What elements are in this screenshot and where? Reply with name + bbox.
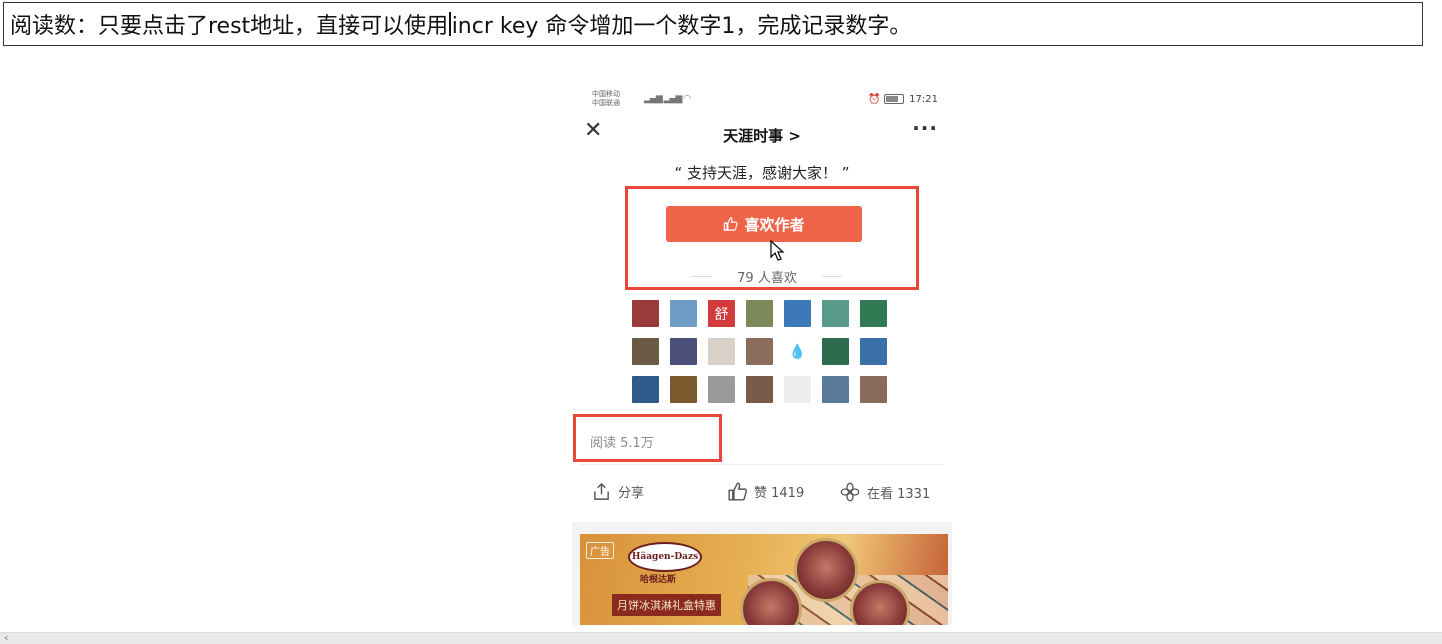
liker-avatar[interactable] [670, 300, 697, 327]
battery-icon [883, 94, 904, 104]
mouse-cursor-icon [770, 240, 785, 261]
brand-chinese-name: 哈根达斯 [640, 575, 677, 585]
ad-tag: 广告 [586, 542, 614, 559]
carrier-2: 中国联通 [592, 99, 620, 107]
scroll-left-icon[interactable]: ‹ [4, 631, 8, 644]
more-icon[interactable]: ··· [912, 116, 938, 140]
ad-banner[interactable]: 广告 Häagen-Dazs 哈根达斯 月饼冰淇淋礼盒特惠 [580, 534, 948, 625]
signal-icon: ▂▄▆ ▂▄▆ ◠ [644, 94, 691, 104]
account-title[interactable]: 天涯时事 > [572, 125, 952, 146]
share-label: 分享 [618, 486, 645, 501]
liker-avatar[interactable] [860, 300, 887, 327]
annotation-note: 阅读数：只要点击了rest地址，直接可以使用 incr key 命令增加一个数字1… [3, 2, 1423, 46]
status-time: 17:21 [909, 94, 938, 105]
liker-avatar[interactable] [746, 300, 773, 327]
read-count: 阅读 5.1万 [590, 436, 654, 451]
thumbs-up-icon [728, 482, 747, 501]
thumbs-up-icon [724, 217, 739, 231]
liker-avatar[interactable] [632, 376, 659, 403]
note-text-part-2: incr key 命令增加一个数字1，完成记录数字。 [451, 14, 912, 39]
note-text-part-1: 阅读数：只要点击了rest地址，直接可以使用 [10, 14, 449, 39]
liker-avatar[interactable] [708, 376, 735, 403]
nav-bar: ✕ 天涯时事 > ··· [572, 116, 952, 146]
liker-avatar[interactable] [860, 338, 887, 365]
liker-avatar[interactable] [822, 338, 849, 365]
watching-flower-icon [840, 482, 860, 502]
watching-label: 在看 1331 [867, 486, 931, 502]
liker-avatar[interactable] [746, 376, 773, 403]
like-button-label: 喜欢作者 [744, 215, 805, 234]
like-author-button[interactable]: 喜欢作者 [666, 206, 862, 242]
liker-avatar[interactable] [784, 376, 811, 403]
divider [580, 464, 944, 465]
liker-avatar[interactable] [670, 376, 697, 403]
liker-avatar[interactable] [632, 300, 659, 327]
text-caret [449, 12, 451, 36]
liker-avatar[interactable]: 💧 [784, 338, 811, 365]
alarm-icon: ⏰ [868, 94, 881, 105]
ad-section: 广告 Häagen-Dazs 哈根达斯 月饼冰淇淋礼盒特惠 [572, 522, 952, 625]
watching-button[interactable]: 在看 1331 [840, 482, 930, 502]
like-count: 79 人喜欢 [692, 267, 842, 286]
carrier-1: 中国移动 [592, 90, 620, 98]
liker-avatar[interactable] [670, 338, 697, 365]
mooncake-tin-image [794, 538, 858, 602]
liker-avatars: 舒 💧 [632, 300, 887, 403]
share-icon [594, 482, 609, 500]
ad-promo-text: 月饼冰淇淋礼盒特惠 [612, 594, 721, 616]
liker-avatar[interactable] [632, 338, 659, 365]
phone-screenshot: 中国移动 中国联通 ▂▄▆ ▂▄▆ ◠ ⏰ 17:21 ✕ 天涯时事 > ···… [572, 84, 952, 625]
appreciation-quote: “ 支持天涯，感谢大家！ ” [674, 164, 850, 182]
carrier-labels: 中国移动 中国联通 [592, 90, 620, 108]
bottom-scroll-strip[interactable]: ‹ [0, 631, 1442, 644]
brand-logo: Häagen-Dazs [628, 542, 702, 572]
liker-avatar[interactable] [746, 338, 773, 365]
liker-avatar[interactable] [860, 376, 887, 403]
liker-avatar[interactable] [784, 300, 811, 327]
like-action-button[interactable]: 赞 1419 [728, 482, 804, 501]
liker-avatar[interactable] [822, 300, 849, 327]
status-bar: 中国移动 中国联通 ▂▄▆ ▂▄▆ ◠ ⏰ 17:21 [592, 90, 938, 110]
liker-avatar[interactable] [822, 376, 849, 403]
action-bar: 分享 赞 1419 在看 1331 [572, 482, 952, 506]
like-action-label: 赞 1419 [754, 486, 805, 501]
status-right: ⏰ 17:21 [868, 94, 938, 105]
liker-avatar[interactable]: 舒 [708, 300, 735, 327]
share-button[interactable]: 分享 [592, 482, 644, 501]
liker-avatar[interactable] [708, 338, 735, 365]
